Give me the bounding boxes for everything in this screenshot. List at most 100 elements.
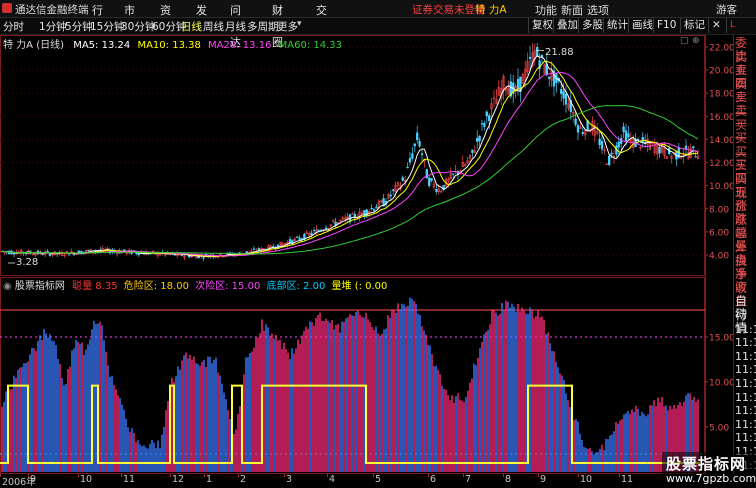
- mark-button[interactable]: 标记: [680, 18, 708, 33]
- multi-stock-button[interactable]: 多股: [578, 18, 606, 33]
- function-button[interactable]: 功能: [535, 2, 557, 18]
- f10-button[interactable]: F10: [653, 18, 679, 33]
- tab-more[interactable]: 更多: [277, 19, 298, 34]
- settings-icon[interactable]: ⊕: [692, 36, 700, 46]
- sidebar-item[interactable]: 11:1: [735, 323, 756, 336]
- sidebar-item[interactable]: 11:1: [735, 336, 756, 349]
- candle-body: [608, 155, 611, 166]
- candle-body: [430, 178, 433, 181]
- candle-body: [418, 141, 421, 147]
- indicator-item: 聪量: [72, 281, 93, 292]
- tab-weekly[interactable]: 周线: [203, 19, 224, 34]
- period-toolbar: 分时 1分钟 5分钟 15分钟 30分钟 60分钟 日线 周线 月线 多周期 更…: [0, 18, 756, 35]
- time-label: 10: [580, 474, 593, 485]
- candle-body: [528, 56, 532, 59]
- kline-legend: 特 力A (日线) MA5: 13.24 MA10: 13.38 MA20: 1…: [3, 36, 342, 51]
- ma-value: 13.16: [242, 40, 272, 51]
- time-tick: [578, 474, 579, 477]
- sidebar-item[interactable]: 11:1: [735, 418, 756, 431]
- candle-body: [536, 47, 539, 57]
- candle-body: [483, 122, 486, 127]
- tab-intraday[interactable]: 分时: [3, 19, 24, 34]
- time-tick: [373, 474, 374, 477]
- candle-body: [296, 236, 299, 238]
- app-title: 通达信金融终端: [15, 4, 89, 16]
- candle-body: [564, 93, 568, 105]
- sidebar-item[interactable]: 11:1: [735, 363, 756, 376]
- draw-line-button[interactable]: 画线: [628, 18, 656, 33]
- quote-sidebar: 委比 卖五 卖四 卖三 卖二 卖一 买一 买二 买三 买四 买五 现价 涨跌 涨幅 总量 外盘 换手 净资 收益 自动…: [733, 35, 756, 474]
- candle-body: [406, 166, 409, 169]
- kline-chart: [0, 35, 705, 276]
- candle-body: [312, 229, 316, 232]
- candle-body: [238, 252, 241, 254]
- low-marker: 3.28: [16, 257, 39, 268]
- candle-body: [694, 156, 697, 158]
- axis-tick-label: 8.00: [709, 205, 729, 215]
- candle-body: [428, 177, 431, 187]
- chevron-down-icon[interactable]: ▾: [297, 19, 302, 29]
- time-label: 4: [329, 474, 336, 485]
- tab-5min[interactable]: 5分钟: [65, 19, 93, 34]
- candle-body: [389, 194, 392, 197]
- time-label: 8: [505, 474, 512, 485]
- candle-body: [416, 132, 419, 141]
- candle-body: [574, 118, 577, 125]
- candle-body: [46, 251, 49, 253]
- close-icon[interactable]: ✕: [708, 18, 724, 33]
- candle-body: [692, 146, 695, 149]
- candle-body: [600, 140, 604, 150]
- candle-body: [288, 239, 292, 244]
- indicator-legend: ◉ 股票指标网 聪量 8.35 危险区: 18.00 次险区: 15.00 底部…: [3, 277, 387, 292]
- adjust-button[interactable]: 复权: [528, 18, 556, 33]
- ma-line: [1, 71, 699, 257]
- ma-name: MA60: [278, 40, 307, 51]
- sidebar-item[interactable]: 11:1: [735, 391, 756, 404]
- candle-body: [478, 135, 481, 142]
- candle-body: [24, 252, 28, 255]
- panel-border: [0, 35, 705, 276]
- tab-multi-period[interactable]: 多周期: [247, 19, 279, 34]
- time-tick: [78, 474, 79, 477]
- time-label: 2: [240, 474, 247, 485]
- kline-panel[interactable]: 特 力A (日线) MA5: 13.24 MA10: 13.38 MA20: 1…: [0, 35, 705, 276]
- candle-body: [41, 254, 44, 256]
- time-tick: [28, 474, 29, 477]
- axis-tick-label: 15.00: [709, 334, 733, 344]
- stock-label: 特 力A (日线): [3, 40, 65, 51]
- candle-body: [435, 189, 438, 192]
- candle-body: [202, 257, 205, 259]
- tab-1min[interactable]: 1分钟: [39, 19, 67, 34]
- settings-icon[interactable]: ▢: [680, 36, 689, 46]
- overlay-button[interactable]: 叠加: [553, 18, 581, 33]
- ma-value: 13.24: [101, 40, 131, 51]
- axis-tick-label: 12.00: [709, 159, 733, 169]
- time-label: 9: [540, 474, 547, 485]
- user-label[interactable]: 游客: [716, 2, 737, 17]
- indicator-item: 危险区: 18.00: [123, 281, 189, 292]
- high-marker: 21.88: [545, 47, 574, 58]
- candle-body: [252, 248, 256, 250]
- indicator-panel[interactable]: ◉ 股票指标网 聪量 8.35 危险区: 18.00 次险区: 15.00 底部…: [0, 277, 705, 474]
- sidebar-item[interactable]: 11:1: [735, 431, 756, 444]
- tag-icon[interactable]: L: [726, 18, 738, 33]
- sidebar-item[interactable]: 11:1: [735, 377, 756, 390]
- time-axis: 2006年 9 10 11 12 1 2 3 4 5 6 7 8 9 10 11: [0, 474, 705, 488]
- time-label: 10: [80, 474, 93, 485]
- tab-daily[interactable]: 日线: [181, 19, 202, 34]
- tab-15min[interactable]: 15分钟: [90, 19, 124, 34]
- options-button[interactable]: 选项: [587, 2, 609, 18]
- sidebar-item[interactable]: 11:1: [735, 404, 756, 417]
- tab-30min[interactable]: 30分钟: [121, 19, 155, 34]
- indicator-item: 8.35: [95, 281, 118, 292]
- tab-monthly[interactable]: 月线: [225, 19, 246, 34]
- candle-body: [363, 210, 366, 216]
- time-tick: [503, 474, 504, 477]
- y-axis: 22.00 20.00 18.00 16.00 14.00 12.00 10.00 8.00 6…: [705, 35, 733, 474]
- new-page-button[interactable]: 新面: [561, 2, 583, 18]
- ma-line: [1, 104, 699, 255]
- sidebar-item[interactable]: 11:1: [735, 350, 756, 363]
- candle-body: [401, 177, 404, 181]
- statistics-button[interactable]: 统计: [603, 18, 631, 33]
- candle-body: [392, 189, 395, 191]
